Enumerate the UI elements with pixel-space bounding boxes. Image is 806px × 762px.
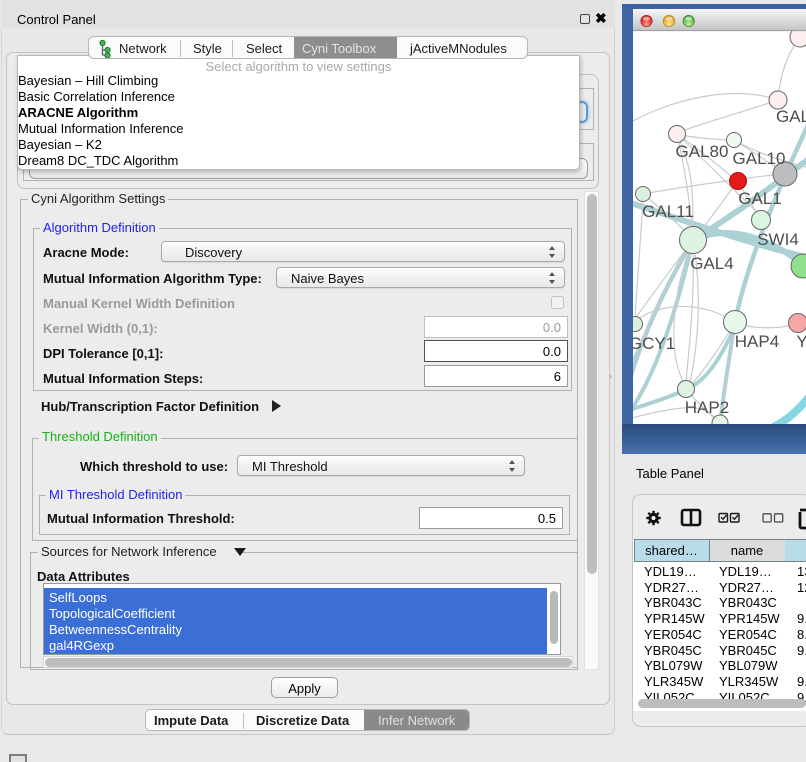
svg-text:GAL4: GAL4 — [690, 254, 733, 273]
svg-text:SWI4: SWI4 — [757, 230, 799, 249]
svg-text:GAL: GAL — [776, 107, 806, 126]
svg-text:GAL1: GAL1 — [738, 189, 781, 208]
svg-text:GCY1: GCY1 — [633, 334, 675, 353]
svg-text:Y: Y — [796, 332, 806, 351]
svg-text:GAL11: GAL11 — [642, 202, 694, 221]
svg-text:GAL80: GAL80 — [676, 142, 729, 161]
svg-text:GAL10: GAL10 — [733, 149, 786, 168]
svg-text:HAP4: HAP4 — [735, 332, 779, 351]
svg-text:HAP2: HAP2 — [685, 398, 729, 417]
